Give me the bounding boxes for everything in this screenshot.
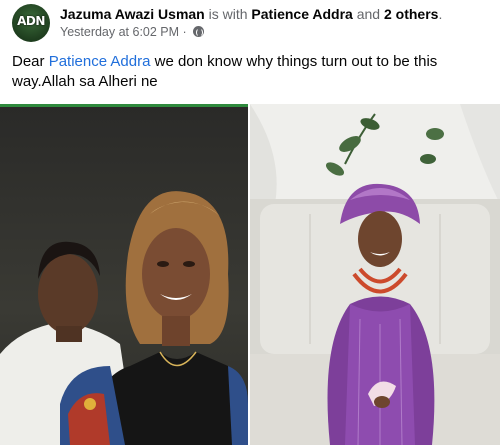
meta-separator: · [182,25,187,39]
photo-top-strip [0,104,248,107]
author-line: Jazuma Awazi Usman is with Patience Addr… [60,6,442,22]
facebook-post: ADN Jazuma Awazi Usman is with Patience … [0,0,500,445]
post-timestamp[interactable]: Yesterday at 6:02 PM [60,25,179,39]
globe-icon[interactable] [193,26,205,37]
bride-photo-illustration [250,104,500,445]
and-text: and [356,6,381,22]
post-caption: Dear Patience Addra we don know why thin… [12,52,482,92]
author-name-link[interactable]: Jazuma Awazi Usman [60,6,205,22]
photo-grid [0,104,500,445]
trailing-period: . [438,6,443,22]
tagged-name-link[interactable]: Patience Addra [251,6,352,22]
post-meta: Yesterday at 6:02 PM · [60,25,205,39]
author-avatar[interactable]: ADN [12,4,50,42]
couple-photo-illustration [0,191,248,445]
mention-link[interactable]: Patience Addra [49,53,151,70]
couple-photo[interactable] [0,104,248,445]
caption-prefix: Dear [12,53,45,70]
avatar-logo-text: ADN [17,14,45,28]
post-header: ADN Jazuma Awazi Usman is with Patience … [12,4,492,44]
others-link[interactable]: 2 others [384,6,438,22]
bride-photo[interactable] [250,104,500,445]
connector-text: is with [208,6,248,22]
